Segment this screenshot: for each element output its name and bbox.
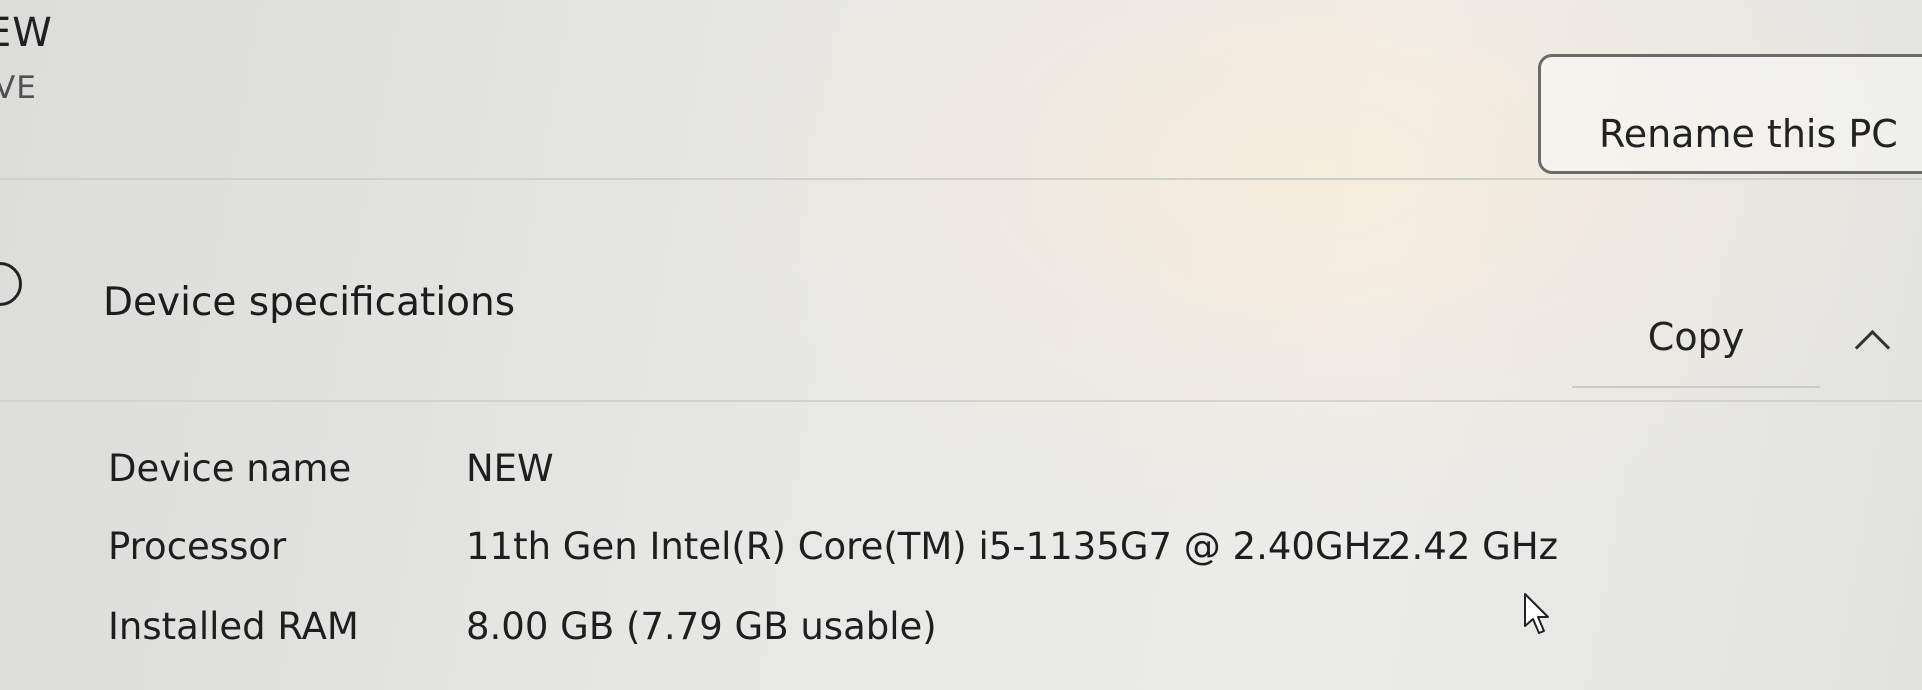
spec-label: Processor: [108, 525, 287, 568]
mouse-pointer-icon: [1524, 593, 1549, 634]
rename-pc-button[interactable]: Rename this PC: [1538, 54, 1922, 174]
spec-row-processor: Processor 11th Gen Intel(R) Core(TM) i5-…: [0, 525, 1922, 595]
info-icon: [0, 262, 22, 306]
device-specifications-header[interactable]: Device specifications Copy: [0, 210, 1922, 402]
spec-value: NEW: [466, 447, 554, 490]
device-name-card: EW VE Rename this PC: [0, 0, 1922, 180]
settings-about-page: EW VE Rename this PC Device specificatio…: [0, 0, 1922, 690]
device-specifications-title: Device specifications: [103, 280, 516, 325]
spec-value: 8.00 GB (7.79 GB usable): [466, 605, 937, 648]
processor-speed: 2.42 GHz: [1388, 525, 1559, 568]
spec-label: Device name: [108, 447, 352, 490]
copy-button[interactable]: Copy: [1572, 288, 1820, 388]
spec-row-installed-ram: Installed RAM 8.00 GB (7.79 GB usable): [0, 605, 1922, 675]
device-name-title: EW: [0, 10, 53, 56]
spec-label: Installed RAM: [108, 605, 359, 648]
device-model-subtitle: VE: [0, 70, 37, 106]
chevron-up-icon[interactable]: [1854, 329, 1891, 366]
spec-row-device-name: Device name NEW: [0, 447, 1922, 517]
spec-value: 11th Gen Intel(R) Core(TM) i5-1135G7 @ 2…: [466, 525, 1391, 568]
